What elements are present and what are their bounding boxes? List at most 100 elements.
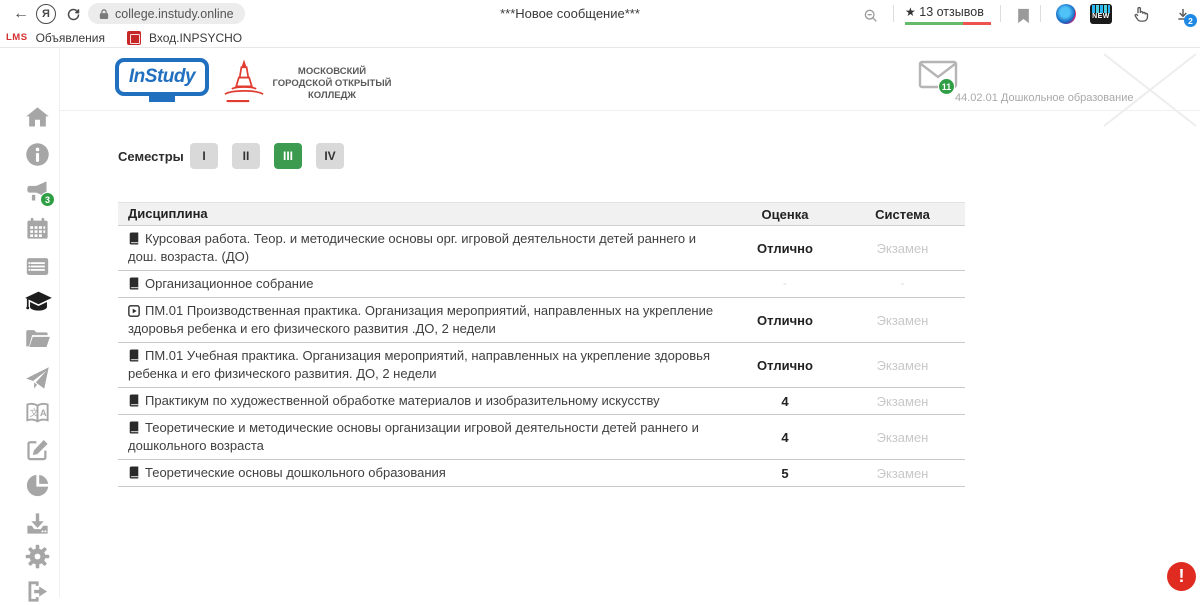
table-row[interactable]: Организационное собрание - - bbox=[118, 271, 965, 298]
new-extension-icon[interactable]: NEW bbox=[1090, 4, 1112, 24]
instudy-monitor-shape: InStudy bbox=[115, 58, 209, 96]
download-badge: 2 bbox=[1184, 14, 1197, 27]
grade-value: Отлично bbox=[730, 313, 840, 328]
bookmark-announcements[interactable]: Объявления bbox=[36, 31, 105, 45]
table-row[interactable]: Теоретические и методические основы орга… bbox=[118, 415, 965, 460]
book-icon bbox=[128, 394, 140, 407]
inpsycho-icon bbox=[127, 31, 141, 45]
extension-circle-icon[interactable] bbox=[1056, 4, 1076, 24]
toolbar-separator bbox=[893, 5, 894, 22]
translate-icon: A文 bbox=[24, 400, 51, 427]
semester-switcher: Семестры I II III IV bbox=[118, 143, 358, 169]
zoom-out-icon[interactable] bbox=[860, 5, 882, 27]
bookmark-flag-icon[interactable] bbox=[1012, 5, 1034, 27]
semester-1-button[interactable]: I bbox=[190, 143, 218, 169]
book-icon bbox=[128, 421, 140, 434]
semester-3-button[interactable]: III bbox=[274, 143, 302, 169]
mail-badge: 11 bbox=[938, 78, 955, 95]
discipline-name: Теоретические и методические основы орга… bbox=[128, 420, 699, 453]
sidebar-item-messages[interactable] bbox=[24, 365, 51, 392]
discipline-name: Организационное собрание bbox=[145, 276, 313, 291]
discipline-name: Теоретические основы дошкольного образов… bbox=[145, 465, 446, 480]
table-row[interactable]: Практикум по художественной обработке ма… bbox=[118, 388, 965, 415]
sidebar-item-schedule[interactable] bbox=[24, 253, 51, 280]
svg-text:文: 文 bbox=[30, 407, 39, 418]
gear-icon bbox=[24, 543, 51, 570]
home-icon bbox=[24, 104, 51, 131]
folder-icon bbox=[24, 325, 51, 352]
sidebar-item-edit[interactable] bbox=[24, 436, 51, 463]
info-icon bbox=[24, 141, 51, 168]
sidebar-item-info[interactable] bbox=[24, 141, 51, 168]
back-icon[interactable]: ← bbox=[10, 3, 32, 25]
tab-title: ***Новое сообщение*** bbox=[380, 6, 760, 21]
system-value: Экзамен bbox=[840, 430, 965, 445]
sidebar-item-home[interactable] bbox=[24, 104, 51, 131]
svg-text:A: A bbox=[40, 408, 47, 418]
edit-icon bbox=[24, 436, 51, 463]
grade-value: - bbox=[730, 278, 840, 290]
sidebar-item-translate[interactable]: A文 bbox=[24, 400, 51, 427]
new-extension-label: NEW bbox=[1090, 13, 1112, 20]
yandex-icon[interactable]: Я bbox=[36, 4, 56, 24]
sidebar-item-grades[interactable] bbox=[24, 288, 51, 315]
toolbar-separator bbox=[1000, 5, 1001, 22]
system-value: Экзамен bbox=[840, 241, 965, 256]
mail-button[interactable]: 11 bbox=[918, 60, 962, 94]
alert-button[interactable]: ! bbox=[1167, 562, 1196, 591]
paper-plane-icon bbox=[24, 365, 51, 392]
table-row[interactable]: ПМ.01 Производственная практика. Организ… bbox=[118, 298, 965, 343]
column-discipline: Дисциплина bbox=[118, 205, 730, 223]
college-name-line2: ГОРОДСКОЙ ОТКРЫТЫЙ КОЛЛЕДЖ bbox=[264, 78, 400, 102]
refresh-icon[interactable] bbox=[62, 3, 84, 25]
calendar-icon bbox=[24, 215, 51, 242]
graduation-cap-icon bbox=[24, 288, 53, 317]
pointer-hand-icon[interactable] bbox=[1130, 3, 1152, 25]
announcements-badge: 3 bbox=[40, 192, 55, 207]
address-bar[interactable]: college.instudy.online bbox=[88, 3, 245, 24]
discipline-name: ПМ.01 Производственная практика. Организ… bbox=[128, 303, 713, 336]
close-icon[interactable] bbox=[1100, 50, 1200, 130]
url-text: college.instudy.online bbox=[115, 7, 234, 21]
download-tray-icon bbox=[24, 510, 51, 537]
semester-4-button[interactable]: IV bbox=[316, 143, 344, 169]
sidebar-item-statistics[interactable] bbox=[24, 472, 51, 499]
list-icon bbox=[24, 253, 51, 280]
table-header-row: Дисциплина Оценка Система bbox=[118, 202, 965, 226]
discipline-name: Курсовая работа. Теор. и методические ос… bbox=[128, 231, 696, 264]
column-grade: Оценка bbox=[730, 207, 840, 222]
system-value: Экзамен bbox=[840, 358, 965, 373]
toolbar-separator bbox=[1040, 5, 1041, 22]
sidebar-item-calendar[interactable] bbox=[24, 215, 51, 242]
grades-table: Дисциплина Оценка Система Курсовая работ… bbox=[118, 202, 965, 487]
sidebar-item-logout[interactable] bbox=[24, 578, 51, 605]
semester-2-button[interactable]: II bbox=[232, 143, 260, 169]
book-icon bbox=[128, 232, 140, 245]
sidebar-item-downloads[interactable] bbox=[24, 510, 51, 537]
table-row[interactable]: Теоретические основы дошкольного образов… bbox=[118, 460, 965, 487]
play-icon bbox=[128, 305, 140, 317]
header-divider bbox=[60, 110, 1200, 111]
reviews-button[interactable]: ★ 13 отзывов bbox=[905, 5, 984, 19]
table-row[interactable]: ПМ.01 Учебная практика. Организация меро… bbox=[118, 343, 965, 388]
instudy-logo[interactable]: InStudy bbox=[115, 58, 209, 106]
sidebar-item-files[interactable] bbox=[24, 325, 51, 352]
reviews-star-icon: ★ bbox=[905, 5, 916, 19]
instudy-logo-stand bbox=[149, 96, 175, 102]
sidebar-item-settings[interactable] bbox=[24, 543, 51, 570]
table-row[interactable]: Курсовая работа. Теор. и методические ос… bbox=[118, 226, 965, 271]
sidebar-item-announcements[interactable]: 3 bbox=[24, 178, 51, 205]
exclamation-icon: ! bbox=[1179, 566, 1185, 587]
system-value: Экзамен bbox=[840, 466, 965, 481]
logout-icon bbox=[24, 578, 51, 605]
instudy-logo-text: InStudy bbox=[129, 66, 195, 88]
book-icon bbox=[128, 277, 140, 290]
grade-value: Отлично bbox=[730, 358, 840, 373]
new-extension-art bbox=[1092, 5, 1110, 13]
college-tower-icon bbox=[218, 56, 270, 108]
reviews-label: 13 отзывов bbox=[919, 5, 984, 19]
college-name: МОСКОВСКИЙ ГОРОДСКОЙ ОТКРЫТЫЙ КОЛЛЕДЖ bbox=[264, 66, 400, 102]
bookmark-inpsycho[interactable]: Вход.INPSYCHO bbox=[149, 31, 242, 45]
grade-value: 5 bbox=[730, 466, 840, 481]
system-value: Экзамен bbox=[840, 394, 965, 409]
